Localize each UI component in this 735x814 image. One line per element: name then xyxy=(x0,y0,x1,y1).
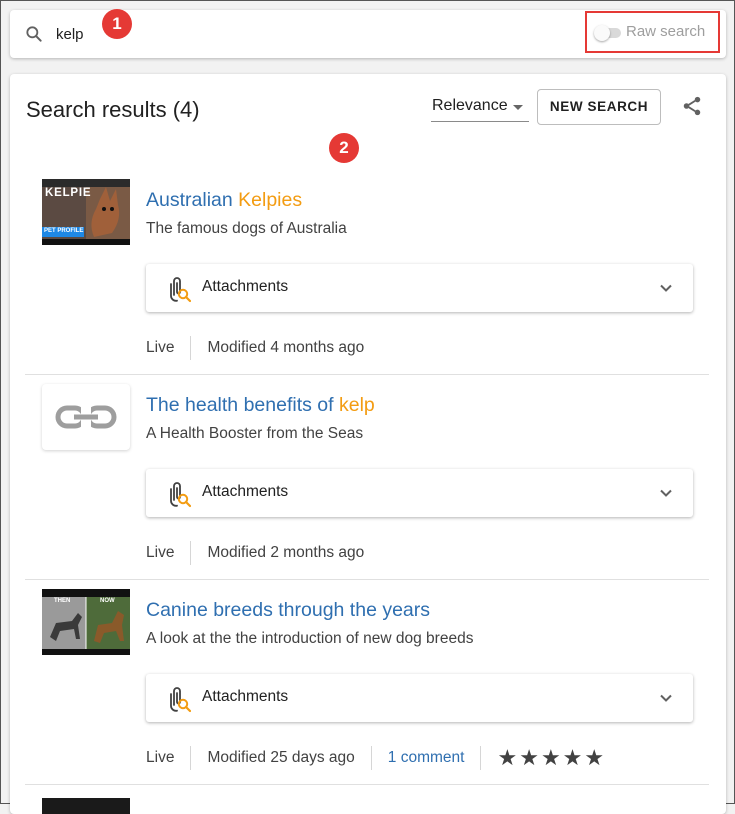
star-rating[interactable]: ★ ★ ★ ★ ★ xyxy=(497,747,604,769)
status-label: Live xyxy=(146,544,175,561)
chevron-down-icon xyxy=(660,489,672,497)
thumb-title-text: KELPIE xyxy=(45,187,92,199)
sort-value: Relevance xyxy=(432,97,508,114)
status-label: Live xyxy=(146,339,175,356)
result-item: The health benefits of kelp A Health Boo… xyxy=(25,384,709,584)
modified-label: Modified 4 months ago xyxy=(207,339,365,356)
toggle-switch[interactable] xyxy=(594,25,621,41)
result-title-highlight: kelp xyxy=(338,394,375,416)
result-subtitle: A Health Booster from the Seas xyxy=(146,425,364,442)
thumb-then-text: THEN xyxy=(54,598,71,604)
meta-divider xyxy=(370,746,372,770)
star-icon[interactable]: ★ xyxy=(497,747,517,769)
toggle-knob xyxy=(594,25,610,41)
result-meta: Live Modified 25 days ago 1 comment ★ ★ ★ ★… xyxy=(146,739,604,777)
attachments-expander[interactable]: Attachments xyxy=(146,469,693,517)
result-meta: Live Modified 4 months ago xyxy=(146,329,364,367)
result-title-highlight: Kelpies xyxy=(238,189,303,211)
result-divider xyxy=(25,579,709,580)
attachments-label: Attachments xyxy=(202,483,289,500)
star-icon[interactable]: ★ xyxy=(541,747,561,769)
result-item: THEN NOW Canine breeds through the years… xyxy=(25,589,709,789)
result-thumbnail[interactable]: THEN NOW xyxy=(42,589,130,655)
result-subtitle: A look at the the introduction of new do… xyxy=(146,630,474,647)
annotation-marker-1: 1 xyxy=(102,9,132,39)
results-panel: Search results (4) Relevance NEW SEARCH … xyxy=(10,74,726,814)
status-label: Live xyxy=(146,749,175,766)
chevron-down-icon xyxy=(660,284,672,292)
annotation-marker-2: 2 xyxy=(329,133,359,163)
result-divider xyxy=(25,784,709,785)
result-title-link[interactable]: The health benefits of kelp xyxy=(146,394,375,417)
star-icon[interactable]: ★ xyxy=(584,747,604,769)
attachments-expander[interactable]: Attachments xyxy=(146,264,693,312)
meta-divider xyxy=(480,746,482,770)
sort-select[interactable]: Relevance xyxy=(431,92,529,122)
result-meta: Live Modified 2 months ago xyxy=(146,534,364,572)
thumb-tag-text: PET PROFILE xyxy=(44,228,84,234)
star-icon[interactable]: ★ xyxy=(563,747,583,769)
meta-divider xyxy=(190,336,192,360)
share-icon[interactable] xyxy=(681,95,703,117)
search-icon xyxy=(26,26,42,42)
result-title-text: Australian xyxy=(146,189,239,211)
result-subtitle: The famous dogs of Australia xyxy=(146,220,347,237)
meta-divider xyxy=(190,541,192,565)
result-title-text: The health benefits of xyxy=(146,394,339,416)
star-icon[interactable]: ★ xyxy=(519,747,539,769)
raw-search-toggle[interactable]: Raw search xyxy=(585,11,720,53)
attachment-search-icon xyxy=(170,482,191,508)
link-icon xyxy=(55,405,117,429)
raw-search-label: Raw search xyxy=(626,23,706,40)
chevron-down-icon xyxy=(660,694,672,702)
result-item: KELPIE PET PROFILE Australian Kelpies Th… xyxy=(25,179,709,379)
attachments-label: Attachments xyxy=(202,278,289,295)
result-thumbnail[interactable] xyxy=(42,384,130,450)
attachment-search-icon xyxy=(170,277,191,303)
attachments-label: Attachments xyxy=(202,688,289,705)
modified-label: Modified 2 months ago xyxy=(207,544,365,561)
meta-divider xyxy=(190,746,192,770)
result-thumbnail[interactable] xyxy=(42,798,130,814)
attachment-search-icon xyxy=(170,687,191,713)
results-title: Search results (4) xyxy=(26,97,200,122)
new-search-button[interactable]: NEW SEARCH xyxy=(537,89,661,125)
attachments-expander[interactable]: Attachments xyxy=(146,674,693,722)
thumb-now-text: NOW xyxy=(100,598,115,604)
result-thumbnail[interactable]: KELPIE PET PROFILE xyxy=(42,179,130,245)
dropdown-arrow-icon xyxy=(513,105,523,110)
result-title-link[interactable]: Canine breeds through the years xyxy=(146,599,430,622)
comments-link[interactable]: 1 comment xyxy=(388,749,465,767)
result-title-link[interactable]: Australian Kelpies xyxy=(146,189,302,212)
result-divider xyxy=(25,374,709,375)
result-title-text: Canine breeds through the years xyxy=(146,599,431,621)
modified-label: Modified 25 days ago xyxy=(207,749,355,766)
